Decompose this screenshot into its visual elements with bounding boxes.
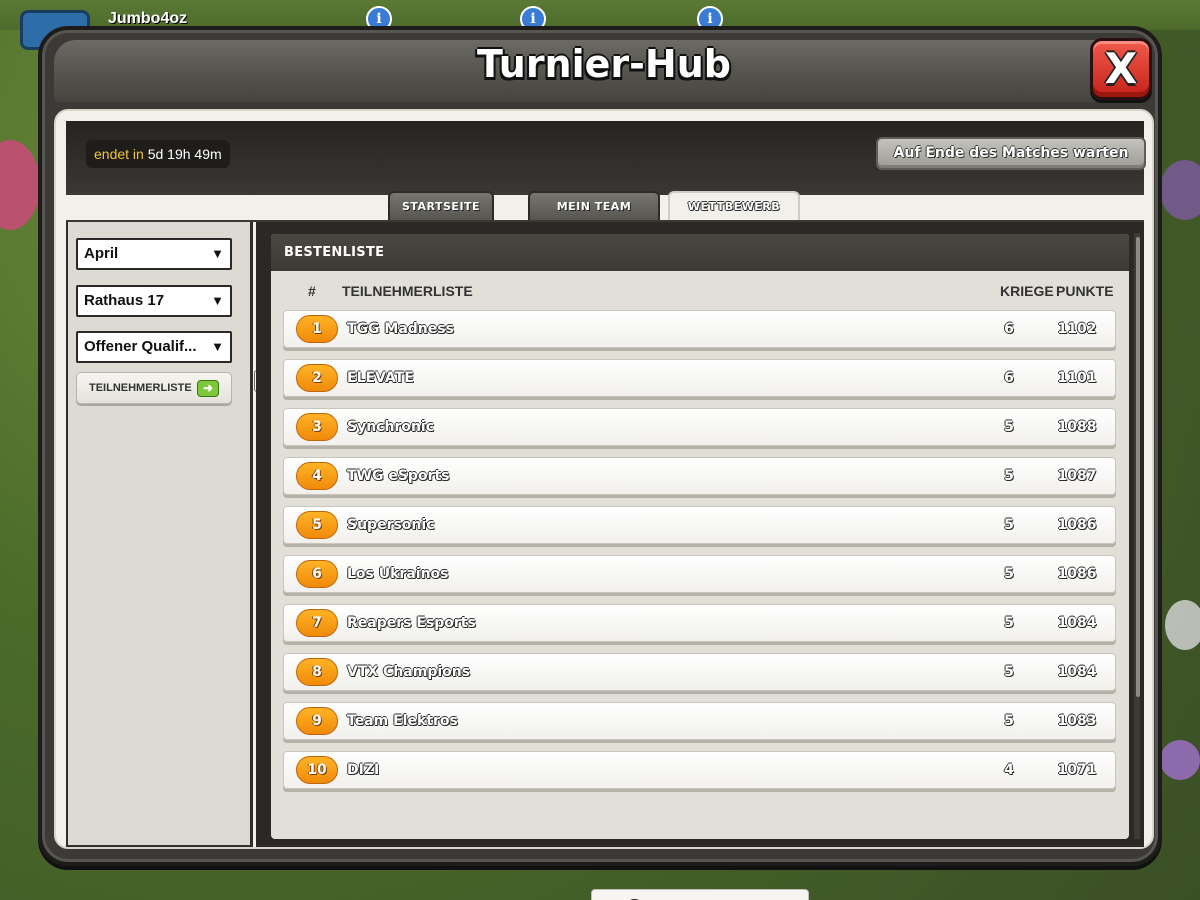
table-row[interactable]: 5 Supersonic 5 1086 bbox=[283, 506, 1116, 544]
background-decoration bbox=[1160, 160, 1200, 220]
table-row[interactable]: 10 DIZI 4 1071 bbox=[283, 751, 1116, 789]
points-value: 1084 bbox=[1057, 664, 1097, 680]
table-row[interactable]: 4 TWG eSports 5 1087 bbox=[283, 457, 1116, 495]
rank-badge: 8 bbox=[296, 658, 338, 686]
points-value: 1086 bbox=[1057, 517, 1097, 533]
team-name: TGG Madness bbox=[347, 321, 454, 337]
table-row[interactable]: 6 Los Ukrainos 5 1086 bbox=[283, 555, 1116, 593]
month-select[interactable]: April ▼ bbox=[76, 238, 232, 270]
pagination: ‹ 1 2 3 4 5 › bbox=[591, 889, 809, 900]
pagination-page-3[interactable]: 3 bbox=[685, 890, 707, 900]
table-row[interactable]: 8 VTX Champions 5 1084 bbox=[283, 653, 1116, 691]
timer-label: endet in bbox=[94, 146, 144, 162]
close-icon: X bbox=[1104, 44, 1138, 93]
wars-count: 5 bbox=[1004, 517, 1014, 533]
status-strip: endet in 5d 19h 49m Auf Ende des Matches… bbox=[66, 121, 1146, 195]
team-name: Synchronic bbox=[347, 419, 435, 435]
filter-sidebar: April ▼ Rathaus 17 ▼ Offener Qualif... ▼… bbox=[66, 222, 276, 847]
wars-count: 5 bbox=[1004, 615, 1014, 631]
points-value: 1102 bbox=[1057, 321, 1097, 337]
wars-count: 4 bbox=[1004, 762, 1014, 778]
chevron-down-icon: ▼ bbox=[211, 246, 224, 261]
close-button[interactable]: X bbox=[1090, 38, 1152, 100]
pagination-prev-button[interactable]: ‹ bbox=[596, 890, 618, 900]
team-name: Reapers Esports bbox=[347, 615, 476, 631]
rank-badge: 1 bbox=[296, 315, 338, 343]
background-decoration bbox=[1165, 600, 1200, 650]
background-decoration bbox=[1160, 740, 1200, 780]
team-name: Team Elektros bbox=[347, 713, 458, 729]
chevron-down-icon: ▼ bbox=[211, 339, 224, 354]
wars-count: 5 bbox=[1004, 713, 1014, 729]
rank-badge: 7 bbox=[296, 609, 338, 637]
points-value: 1083 bbox=[1057, 713, 1097, 729]
leaderboard-panel: BESTENLISTE # TEILNEHMERLISTE KRIEGE PUN… bbox=[271, 234, 1129, 900]
team-name: DIZI bbox=[347, 762, 380, 778]
rank-badge: 3 bbox=[296, 413, 338, 441]
tab-startseite[interactable]: STARTSEITE bbox=[388, 191, 494, 221]
team-name: TWG eSports bbox=[347, 468, 450, 484]
wars-count: 5 bbox=[1004, 566, 1014, 582]
arrow-right-icon: ➜ bbox=[197, 380, 219, 397]
pagination-page-5[interactable]: 5 bbox=[748, 890, 770, 900]
team-name: Los Ukrainos bbox=[347, 566, 449, 582]
table-row[interactable]: 9 Team Elektros 5 1083 bbox=[283, 702, 1116, 740]
column-header-points: PUNKTE bbox=[1056, 283, 1114, 299]
modal-content: endet in 5d 19h 49m Auf Ende des Matches… bbox=[54, 109, 1154, 900]
rank-badge: 10 bbox=[296, 756, 338, 784]
team-name: Supersonic bbox=[347, 517, 435, 533]
pagination-next-button[interactable]: › bbox=[783, 890, 805, 900]
wars-count: 5 bbox=[1004, 468, 1014, 484]
table-row[interactable]: 1 TGG Madness 6 1102 bbox=[283, 310, 1116, 348]
rank-badge: 2 bbox=[296, 364, 338, 392]
scrollbar-thumb[interactable] bbox=[1136, 237, 1140, 697]
rank-badge: 4 bbox=[296, 462, 338, 490]
townhall-select-value: Rathaus 17 bbox=[84, 292, 165, 309]
wars-count: 5 bbox=[1004, 419, 1014, 435]
wait-for-match-end-button[interactable]: Auf Ende des Matches warten bbox=[876, 137, 1146, 170]
points-value: 1086 bbox=[1057, 566, 1097, 582]
pagination-page-2[interactable]: 2 bbox=[654, 890, 676, 900]
townhall-select[interactable]: Rathaus 17 ▼ bbox=[76, 285, 232, 317]
month-select-value: April bbox=[84, 245, 119, 262]
modal-title: Turnier-Hub bbox=[477, 42, 731, 86]
rank-badge: 6 bbox=[296, 560, 338, 588]
pagination-page-4[interactable]: 4 bbox=[716, 890, 738, 900]
qualifier-select-value: Offener Qualif... bbox=[84, 338, 197, 355]
points-value: 1101 bbox=[1057, 370, 1097, 386]
wars-count: 6 bbox=[1004, 321, 1014, 337]
points-value: 1088 bbox=[1057, 419, 1097, 435]
tab-mein-team[interactable]: MEIN TEAM bbox=[528, 191, 660, 221]
table-row[interactable]: 2 ELEVATE 6 1101 bbox=[283, 359, 1116, 397]
leaderboard-title: BESTENLISTE bbox=[271, 234, 1129, 271]
rank-badge: 9 bbox=[296, 707, 338, 735]
wars-count: 5 bbox=[1004, 664, 1014, 680]
end-timer: endet in 5d 19h 49m bbox=[86, 140, 230, 168]
column-header-wars: KRIEGE bbox=[1000, 283, 1054, 299]
column-header-rank: # bbox=[308, 283, 316, 299]
background-decoration bbox=[0, 140, 40, 230]
chevron-down-icon: ▼ bbox=[211, 293, 224, 308]
rank-badge: 5 bbox=[296, 511, 338, 539]
table-row[interactable]: 7 Reapers Esports 5 1084 bbox=[283, 604, 1116, 642]
entrants-list-button[interactable]: TEILNEHMERLISTE ➜ bbox=[76, 372, 232, 404]
tab-wettbewerb[interactable]: WETTBEWERB bbox=[668, 191, 800, 221]
points-value: 1087 bbox=[1057, 468, 1097, 484]
timer-value: 5d 19h 49m bbox=[147, 146, 222, 162]
table-row[interactable]: 3 Synchronic 5 1088 bbox=[283, 408, 1116, 446]
column-header-team: TEILNEHMERLISTE bbox=[342, 283, 473, 299]
points-value: 1071 bbox=[1057, 762, 1097, 778]
entrants-button-label: TEILNEHMERLISTE bbox=[89, 382, 192, 394]
team-name: ELEVATE bbox=[347, 370, 414, 386]
tournament-hub-modal: Turnier-Hub X endet in 5d 19h 49m Auf En… bbox=[38, 26, 1162, 900]
wars-count: 6 bbox=[1004, 370, 1014, 386]
points-value: 1084 bbox=[1057, 615, 1097, 631]
team-name: VTX Champions bbox=[347, 664, 471, 680]
qualifier-select[interactable]: Offener Qualif... ▼ bbox=[76, 331, 232, 363]
